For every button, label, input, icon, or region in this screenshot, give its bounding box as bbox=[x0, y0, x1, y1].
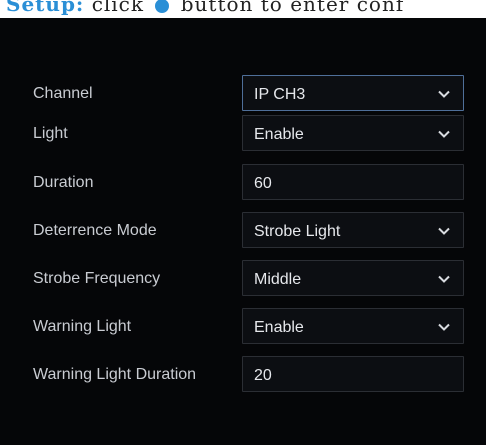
setup-label: Setup: bbox=[6, 0, 85, 16]
duration-label: Duration bbox=[33, 174, 94, 191]
deterrence-mode-value: Strobe Light bbox=[254, 223, 341, 240]
instruction-text-line: Setup: click button to enter conf bbox=[6, 0, 404, 16]
chevron-down-icon bbox=[438, 130, 450, 138]
deterrence-mode-label: Deterrence Mode bbox=[33, 222, 157, 239]
warning-light-duration-row: Warning Light Duration 20 bbox=[0, 356, 486, 394]
channel-value: IP CH3 bbox=[254, 86, 306, 103]
strobe-frequency-value: Middle bbox=[254, 271, 302, 288]
strobe-frequency-label: Strobe Frequency bbox=[33, 270, 161, 287]
channel-select[interactable]: IP CH3 bbox=[242, 75, 464, 111]
deterrence-mode-row: Deterrence Mode Strobe Light bbox=[0, 212, 486, 250]
deterrence-mode-select[interactable]: Strobe Light bbox=[242, 212, 464, 248]
chevron-down-icon bbox=[438, 275, 450, 283]
strobe-frequency-row: Strobe Frequency Middle bbox=[0, 260, 486, 298]
light-row: Light Enable bbox=[0, 115, 486, 153]
warning-light-label: Warning Light bbox=[33, 318, 132, 335]
instruction-text: click button to enter conf bbox=[91, 0, 405, 16]
duration-input[interactable]: 60 bbox=[242, 164, 464, 200]
warning-light-value: Enable bbox=[254, 319, 304, 336]
warning-light-duration-value: 20 bbox=[254, 367, 272, 384]
channel-label: Channel bbox=[33, 85, 93, 102]
light-select[interactable]: Enable bbox=[242, 115, 464, 151]
instruction-header: Setup: click button to enter conf bbox=[0, 0, 486, 18]
light-value: Enable bbox=[254, 126, 304, 143]
strobe-frequency-select[interactable]: Middle bbox=[242, 260, 464, 296]
chevron-down-icon bbox=[438, 227, 450, 235]
duration-row: Duration 60 bbox=[0, 164, 486, 202]
chevron-down-icon bbox=[438, 90, 450, 98]
chevron-down-icon bbox=[438, 323, 450, 331]
channel-row: Channel IP CH3 bbox=[0, 75, 486, 113]
gear-icon bbox=[155, 0, 170, 13]
light-label: Light bbox=[33, 125, 68, 142]
warning-light-duration-label: Warning Light Duration bbox=[33, 366, 197, 383]
duration-value: 60 bbox=[254, 175, 272, 192]
light-settings-panel: Channel IP CH3 Light Enable Duration 60 … bbox=[0, 18, 486, 445]
warning-light-select[interactable]: Enable bbox=[242, 308, 464, 344]
warning-light-duration-input[interactable]: 20 bbox=[242, 356, 464, 392]
warning-light-row: Warning Light Enable bbox=[0, 308, 486, 346]
